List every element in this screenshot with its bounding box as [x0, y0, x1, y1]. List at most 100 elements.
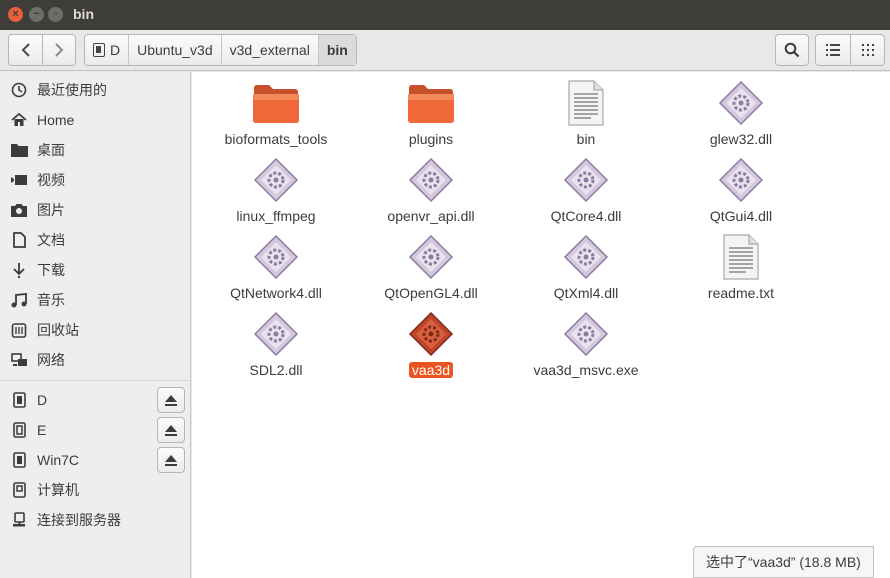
sidebar-item-network[interactable]: 网络: [0, 345, 191, 375]
back-button[interactable]: [9, 35, 42, 65]
file-icon: [722, 232, 760, 282]
file-item[interactable]: QtGui4.dll: [666, 155, 816, 225]
breadcrumb-bin[interactable]: bin: [317, 35, 356, 65]
library-icon: [408, 311, 454, 357]
file-icon: [253, 309, 299, 359]
network-icon: [10, 351, 28, 369]
file-icon: [252, 78, 300, 128]
file-item[interactable]: QtCore4.dll: [511, 155, 661, 225]
file-item[interactable]: vaa3d_msvc.exe: [511, 309, 661, 379]
file-name: bin: [576, 131, 596, 147]
file-icon: [253, 232, 299, 282]
sidebar-item-computer[interactable]: 计算机: [0, 475, 191, 505]
sidebar-item-connect-server[interactable]: 连接到服务器: [0, 505, 191, 535]
maximize-window-button[interactable]: ▫: [48, 7, 63, 22]
chevron-right-icon: [55, 43, 64, 57]
file-name: openvr_api.dll: [387, 208, 475, 224]
folder-item[interactable]: bioformats_tools: [201, 78, 351, 148]
file-item[interactable]: QtXml4.dll: [511, 232, 661, 302]
grid-view-icon: [861, 44, 874, 56]
library-icon: [563, 157, 609, 203]
eject-icon: [165, 394, 177, 406]
folder-item[interactable]: plugins: [356, 78, 506, 148]
sidebar-item-downloads[interactable]: 下载: [0, 255, 191, 285]
file-icon: [408, 155, 454, 205]
eject-button[interactable]: [157, 447, 185, 473]
file-item[interactable]: QtOpenGL4.dll: [356, 232, 506, 302]
file-item[interactable]: glew32.dll: [666, 78, 816, 148]
file-item[interactable]: readme.txt: [666, 232, 816, 302]
list-view-icon: [826, 44, 840, 56]
sidebar-item-documents[interactable]: 文档: [0, 225, 191, 255]
sidebar-item-music[interactable]: 音乐: [0, 285, 191, 315]
file-item[interactable]: SDL2.dll: [201, 309, 351, 379]
library-icon: [408, 157, 454, 203]
file-view[interactable]: bioformats_tools plugins bin glew32.dll linu…: [192, 72, 890, 578]
library-icon: [563, 234, 609, 280]
file-name: SDL2.dll: [249, 362, 303, 378]
file-name: glew32.dll: [709, 131, 773, 147]
file-icon: [253, 155, 299, 205]
eject-button[interactable]: [157, 387, 185, 413]
sidebar-item-desktop[interactable]: 桌面: [0, 135, 191, 165]
file-item[interactable]: QtNetwork4.dll: [201, 232, 351, 302]
camera-icon: [10, 201, 28, 219]
search-button[interactable]: [775, 34, 809, 66]
file-name: vaa3d_msvc.exe: [533, 362, 639, 378]
file-name: QtOpenGL4.dll: [384, 285, 478, 301]
file-name: QtCore4.dll: [550, 208, 622, 224]
folder-icon: [253, 85, 299, 123]
file-icon: [408, 309, 454, 359]
document-icon: [10, 231, 28, 249]
library-icon: [718, 157, 764, 203]
text-document-icon: [568, 80, 604, 126]
file-name: vaa3d: [408, 362, 454, 378]
trash-icon: [10, 321, 28, 339]
forward-button[interactable]: [42, 35, 75, 65]
library-icon: [563, 311, 609, 357]
breadcrumb: D Ubuntu_v3d v3d_external bin: [84, 34, 357, 66]
search-icon: [784, 42, 800, 58]
title-bar: × − ▫ bin: [0, 0, 890, 30]
library-icon: [253, 234, 299, 280]
drive-icon: [10, 421, 28, 439]
music-icon: [10, 291, 28, 309]
library-icon: [253, 157, 299, 203]
folder-icon: [408, 85, 454, 123]
grid-view-button[interactable]: [850, 35, 884, 65]
library-icon: [408, 234, 454, 280]
file-name: readme.txt: [707, 285, 775, 301]
sidebar-item-recent[interactable]: 最近使用的: [0, 75, 191, 105]
chevron-left-icon: [21, 43, 30, 57]
sidebar-item-trash[interactable]: 回收站: [0, 315, 191, 345]
file-item[interactable]: bin: [511, 78, 661, 148]
eject-button[interactable]: [157, 417, 185, 443]
file-icon: [563, 232, 609, 282]
breadcrumb-ubuntu-v3d[interactable]: Ubuntu_v3d: [128, 35, 221, 65]
window-title: bin: [73, 6, 94, 22]
text-document-icon: [723, 234, 759, 280]
file-item[interactable]: openvr_api.dll: [356, 155, 506, 225]
home-icon: [10, 111, 28, 129]
view-mode-buttons: [815, 34, 885, 66]
video-icon: [10, 171, 28, 189]
breadcrumb-drive-d[interactable]: D: [85, 35, 128, 65]
server-icon: [10, 511, 28, 529]
folder-icon: [10, 141, 28, 159]
file-item[interactable]: linux_ffmpeg: [201, 155, 351, 225]
file-name: bioformats_tools: [224, 131, 328, 147]
toolbar: D Ubuntu_v3d v3d_external bin: [0, 30, 890, 71]
download-icon: [10, 261, 28, 279]
sidebar-separator: [0, 380, 191, 381]
sidebar-item-videos[interactable]: 视频: [0, 165, 191, 195]
close-window-button[interactable]: ×: [8, 7, 23, 22]
breadcrumb-v3d-external[interactable]: v3d_external: [220, 35, 318, 65]
file-item[interactable]: vaa3d: [356, 309, 506, 379]
sidebar-item-home[interactable]: Home: [0, 105, 191, 135]
status-bar: 选中了“vaa3d” (18.8 MB): [693, 546, 874, 578]
minimize-window-button[interactable]: −: [29, 7, 44, 22]
list-view-button[interactable]: [816, 35, 850, 65]
sidebar: 最近使用的 Home 桌面 视频 图片 文档 下载 音乐 回收站 网络 D E …: [0, 72, 191, 578]
sidebar-item-pictures[interactable]: 图片: [0, 195, 191, 225]
file-name: linux_ffmpeg: [236, 208, 316, 224]
